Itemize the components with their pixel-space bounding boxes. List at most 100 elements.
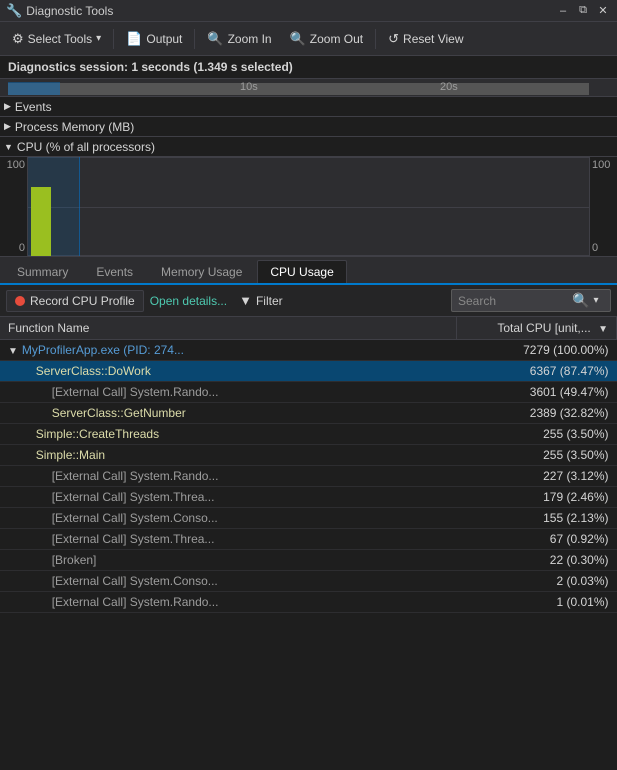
zoom-in-icon: 🔍: [207, 31, 223, 47]
cpu-y-top-right: 100: [592, 159, 610, 171]
tab-memory-usage[interactable]: Memory Usage: [148, 260, 255, 283]
cpu-panel: Record CPU Profile Open details... ▼ Fil…: [0, 285, 617, 695]
ruler-tick-20s: 20s: [440, 81, 458, 93]
cpu-triangle-icon: ▼: [4, 142, 13, 152]
cpu-table: Function Name Total CPU [unit,... ▼ ▼MyP…: [0, 317, 617, 613]
output-button[interactable]: 📄 Output: [118, 25, 190, 53]
zoom-out-icon: 🔍: [290, 31, 306, 47]
title-bar-right: – ⧉ ✕: [555, 3, 611, 19]
table-row[interactable]: ▶[Broken]22 (0.30%): [0, 550, 617, 571]
cpu-y-bottom-left: 0: [19, 242, 25, 254]
cell-cpu-value: 255 (3.50%): [457, 424, 617, 445]
cpu-label: CPU (% of all processors): [17, 140, 155, 154]
table-row[interactable]: ▶Simple::CreateThreads255 (3.50%): [0, 424, 617, 445]
session-info: Diagnostics session: 1 seconds (1.349 s …: [0, 56, 617, 79]
col-function-header[interactable]: Function Name: [0, 317, 457, 340]
cell-function-name: ▶[External Call] System.Rando...: [0, 382, 457, 403]
table-row[interactable]: ▶[External Call] System.Threa...67 (0.92…: [0, 529, 617, 550]
cell-function-name: ▶ServerClass::DoWork: [0, 361, 457, 382]
toolbar-separator-3: [375, 29, 376, 49]
cell-function-name: ▼MyProfilerApp.exe (PID: 274...: [0, 340, 457, 361]
cpu-y-axis-left: 100 0: [0, 157, 28, 256]
filter-button[interactable]: ▼ Filter: [233, 290, 289, 311]
record-cpu-profile-button[interactable]: Record CPU Profile: [6, 290, 144, 312]
cell-cpu-value: 179 (2.46%): [457, 487, 617, 508]
cell-cpu-value: 2 (0.03%): [457, 571, 617, 592]
cpu-selection-overlay: [28, 157, 80, 256]
cpu-table-container[interactable]: Function Name Total CPU [unit,... ▼ ▼MyP…: [0, 317, 617, 695]
cell-cpu-value: 2389 (32.82%): [457, 403, 617, 424]
sort-arrow-icon: ▼: [598, 324, 608, 335]
search-dropdown-icon[interactable]: ▾: [593, 295, 598, 306]
table-row[interactable]: ▶Simple::Main255 (3.50%): [0, 445, 617, 466]
diagnostic-tools-icon: 🔧: [6, 3, 22, 19]
cpu-y-top-left: 100: [7, 159, 25, 171]
table-row[interactable]: ▶[External Call] System.Conso...2 (0.03%…: [0, 571, 617, 592]
record-icon: [15, 296, 25, 306]
search-box[interactable]: 🔍 ▾: [451, 289, 611, 312]
tab-events[interactable]: Events: [83, 260, 146, 283]
output-icon: 📄: [126, 31, 142, 47]
record-btn-label: Record CPU Profile: [30, 294, 135, 308]
cpu-y-bottom-right: 0: [592, 242, 598, 254]
col-cpu-header[interactable]: Total CPU [unit,... ▼: [457, 317, 617, 340]
ruler-tick-10s: 10s: [240, 81, 258, 93]
cpu-gridline-top: [28, 157, 589, 158]
cell-function-name: ▶[External Call] System.Threa...: [0, 487, 457, 508]
cell-function-name: ▶ServerClass::GetNumber: [0, 403, 457, 424]
main-toolbar: ⚙ Select Tools ▾ 📄 Output 🔍 Zoom In 🔍 Zo…: [0, 22, 617, 56]
cpu-y-axis-right: 100 0: [589, 157, 617, 256]
dropdown-arrow-icon: ▾: [96, 33, 101, 44]
toolbar-separator-1: [113, 29, 114, 49]
cell-function-name: ▶[Broken]: [0, 550, 457, 571]
process-memory-label: Process Memory (MB): [15, 120, 134, 134]
cpu-section-header[interactable]: ▼ CPU (% of all processors): [0, 137, 617, 157]
cell-function-name: ▶[External Call] System.Conso...: [0, 571, 457, 592]
cell-cpu-value: 3601 (49.47%): [457, 382, 617, 403]
cell-cpu-value: 155 (2.13%): [457, 508, 617, 529]
tabs-bar: Summary Events Memory Usage CPU Usage: [0, 257, 617, 285]
select-tools-button[interactable]: ⚙ Select Tools ▾: [4, 25, 109, 53]
search-input[interactable]: [458, 294, 568, 308]
close-button[interactable]: ✕: [595, 3, 611, 19]
cell-function-name: ▶Simple::Main: [0, 445, 457, 466]
tab-summary[interactable]: Summary: [4, 260, 81, 283]
events-triangle-icon: ▶: [4, 101, 11, 112]
pin-button[interactable]: –: [555, 3, 571, 19]
zoom-out-button[interactable]: 🔍 Zoom Out: [282, 25, 372, 53]
cell-cpu-value: 1 (0.01%): [457, 592, 617, 613]
open-details-link[interactable]: Open details...: [150, 294, 227, 308]
table-row[interactable]: ▶[External Call] System.Rando...1 (0.01%…: [0, 592, 617, 613]
table-row[interactable]: ▼MyProfilerApp.exe (PID: 274...7279 (100…: [0, 340, 617, 361]
cell-function-name: ▶[External Call] System.Rando...: [0, 592, 457, 613]
cell-cpu-value: 6367 (87.47%): [457, 361, 617, 382]
toolbar-separator-2: [194, 29, 195, 49]
table-row[interactable]: ▶[External Call] System.Threa...179 (2.4…: [0, 487, 617, 508]
process-memory-section[interactable]: ▶ Process Memory (MB): [0, 117, 617, 137]
cpu-gridline-mid: [28, 207, 589, 208]
float-button[interactable]: ⧉: [575, 3, 591, 19]
cell-cpu-value: 227 (3.12%): [457, 466, 617, 487]
gear-icon: ⚙: [12, 31, 24, 47]
table-row[interactable]: ▶ServerClass::DoWork6367 (87.47%): [0, 361, 617, 382]
tab-cpu-usage[interactable]: CPU Usage: [257, 260, 346, 283]
cell-function-name: ▶Simple::CreateThreads: [0, 424, 457, 445]
table-row[interactable]: ▶[External Call] System.Rando...3601 (49…: [0, 382, 617, 403]
timeline-ruler: 10s 20s: [0, 79, 617, 97]
cell-cpu-value: 22 (0.30%): [457, 550, 617, 571]
zoom-in-button[interactable]: 🔍 Zoom In: [199, 25, 279, 53]
events-section[interactable]: ▶ Events: [0, 97, 617, 117]
cpu-gridline-bottom: [28, 255, 589, 256]
title-bar: 🔧 Diagnostic Tools – ⧉ ✕: [0, 0, 617, 22]
cpu-panel-toolbar: Record CPU Profile Open details... ▼ Fil…: [0, 285, 617, 317]
search-icon[interactable]: 🔍: [572, 292, 589, 309]
memory-triangle-icon: ▶: [4, 121, 11, 132]
filter-icon: ▼: [239, 293, 252, 308]
table-row[interactable]: ▶ServerClass::GetNumber2389 (32.82%): [0, 403, 617, 424]
cell-cpu-value: 67 (0.92%): [457, 529, 617, 550]
title-bar-left: 🔧 Diagnostic Tools: [6, 3, 113, 19]
table-row[interactable]: ▶[External Call] System.Conso...155 (2.1…: [0, 508, 617, 529]
table-row[interactable]: ▶[External Call] System.Rando...227 (3.1…: [0, 466, 617, 487]
cell-function-name: ▶[External Call] System.Conso...: [0, 508, 457, 529]
reset-view-button[interactable]: ↺ Reset View: [380, 25, 471, 53]
